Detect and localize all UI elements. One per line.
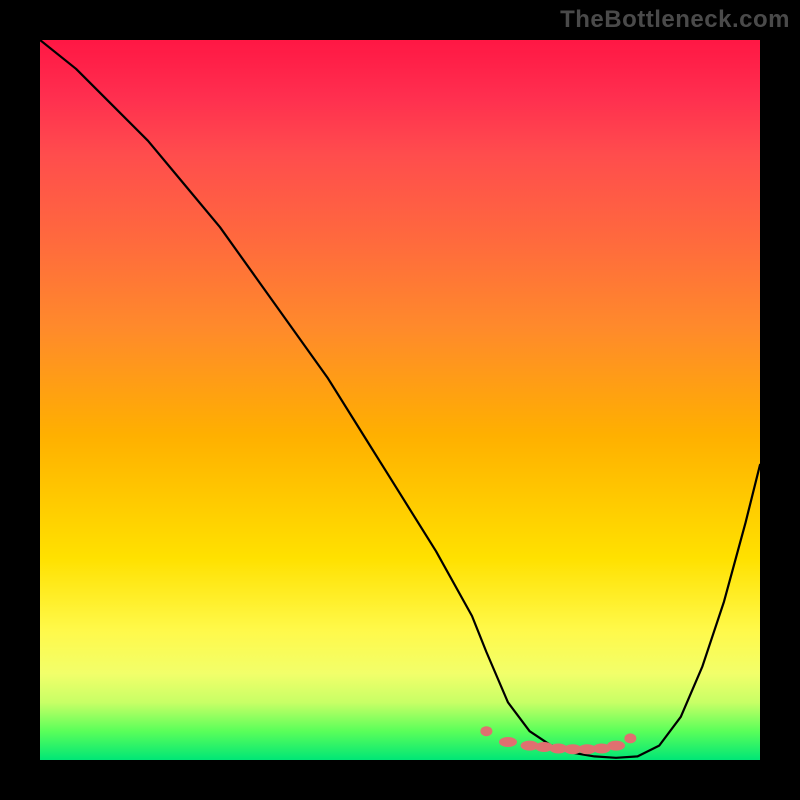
curve-layer [40, 40, 760, 760]
highlight-dots [480, 726, 636, 754]
highlight-dot [499, 737, 517, 747]
highlight-dot [607, 741, 625, 751]
highlight-dot [624, 733, 636, 743]
watermark-text: TheBottleneck.com [560, 6, 790, 34]
chart-frame: TheBottleneck.com [0, 0, 800, 800]
bottleneck-curve [40, 40, 760, 758]
highlight-dot [480, 726, 492, 736]
plot-area [40, 40, 760, 760]
